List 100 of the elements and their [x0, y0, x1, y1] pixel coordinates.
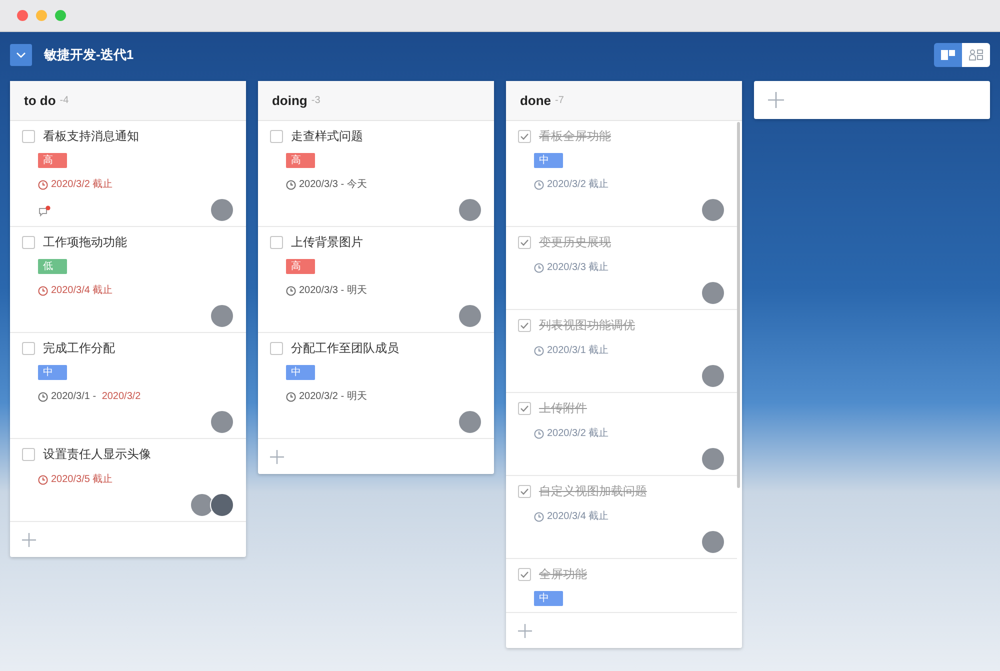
- avatar[interactable]: [190, 493, 214, 517]
- plus-icon: [518, 624, 532, 638]
- checkbox[interactable]: [518, 318, 531, 332]
- dropdown-button[interactable]: [10, 44, 32, 66]
- due-date: 2020/3/4 截止: [546, 510, 609, 524]
- column-title: to do: [24, 92, 56, 110]
- close-window-control[interactable]: [17, 10, 28, 21]
- task-title: 全屏功能: [538, 566, 587, 583]
- clock-icon: [286, 286, 296, 296]
- task-title: 看板支持消息通知: [43, 128, 139, 145]
- priority-tag: 高: [286, 259, 315, 274]
- column-count: -4: [60, 94, 69, 108]
- clock-icon: [38, 180, 48, 190]
- clock-icon: [534, 512, 544, 522]
- task-card[interactable]: 分配工作至团队成员 中 2020/3/2 - 明天: [258, 333, 494, 439]
- task-card[interactable]: 完成工作分配 中 2020/3/1 - 2020/3/2: [10, 333, 246, 439]
- plus-icon: [22, 532, 36, 546]
- maximize-window-control[interactable]: [55, 10, 66, 21]
- member-view-tab[interactable]: [962, 43, 990, 67]
- avatar[interactable]: [458, 304, 482, 328]
- priority-tag: 中: [38, 365, 67, 380]
- column-count: -3: [311, 94, 320, 108]
- priority-tag: 中: [286, 365, 315, 380]
- task-title: 走查样式问题: [290, 128, 363, 145]
- due-date: 2020/3/3 截止: [546, 260, 609, 275]
- checkbox[interactable]: [22, 236, 35, 248]
- checkbox[interactable]: [22, 448, 35, 460]
- task-title: 设置责任人显示头像: [43, 446, 151, 463]
- task-title: 完成工作分配: [43, 340, 115, 357]
- task-card[interactable]: 看板支持消息通知 高 2020/3/2 截止: [10, 121, 246, 227]
- comment-icon[interactable]: [38, 205, 51, 218]
- avatar[interactable]: [210, 304, 234, 328]
- due-date: 2020/3/2 截止: [51, 178, 113, 192]
- task-card[interactable]: 工作项拖动功能 低 2020/3/4 截止: [10, 227, 246, 333]
- priority-tag: 高: [38, 153, 67, 168]
- column-count: -7: [555, 94, 564, 108]
- due-date: 2020/3/5 截止: [51, 472, 113, 487]
- task-title: 上传附件: [538, 400, 587, 417]
- clock-icon: [534, 346, 544, 356]
- task-title: 变更历史展现: [538, 234, 611, 251]
- check-icon: [520, 132, 529, 140]
- avatar[interactable]: [700, 530, 725, 554]
- plus-icon: [768, 92, 784, 108]
- clock-icon: [286, 180, 296, 190]
- clock-icon: [534, 180, 544, 190]
- avatar[interactable]: [458, 410, 482, 434]
- add-card-button[interactable]: [22, 532, 36, 546]
- task-card[interactable]: 走查样式问题 高 2020/3/3 - 今天: [258, 121, 494, 227]
- board-title: 敏捷开发-迭代1: [44, 46, 134, 64]
- checkbox[interactable]: [518, 484, 531, 498]
- column-title: doing: [272, 92, 308, 110]
- checkbox[interactable]: [518, 568, 531, 580]
- avatar[interactable]: [700, 364, 725, 388]
- column-title: done: [520, 92, 552, 110]
- task-card[interactable]: 上传背景图片 高 2020/3/3 - 明天: [258, 227, 494, 333]
- clock-icon: [38, 286, 48, 296]
- due-date: 2020/3/4 截止: [51, 284, 113, 298]
- avatar[interactable]: [700, 198, 725, 222]
- checkbox[interactable]: [270, 236, 283, 248]
- due-date: 2020/3/2 - 明天: [298, 390, 367, 404]
- priority-tag: 中: [534, 591, 563, 606]
- due-date: 2020/3/2 截止: [546, 178, 609, 192]
- avatar[interactable]: [700, 447, 725, 471]
- checkbox[interactable]: [518, 236, 531, 248]
- clock-icon: [286, 392, 296, 402]
- add-card-button[interactable]: [518, 624, 532, 638]
- check-icon: [520, 238, 529, 246]
- check-icon: [520, 322, 529, 328]
- clock-icon: [534, 428, 544, 438]
- task-title: 列表视图功能调优: [538, 317, 635, 334]
- avatar[interactable]: [700, 281, 725, 305]
- due-date: 2020/3/2 截止: [546, 426, 609, 441]
- checkbox[interactable]: [270, 342, 283, 354]
- task-title: 上传背景图片: [290, 234, 363, 251]
- add-card-button[interactable]: [270, 450, 284, 464]
- checkbox[interactable]: [22, 342, 35, 354]
- due-date: 2020/3/3 - 明天: [298, 284, 367, 298]
- checkbox[interactable]: [518, 402, 531, 414]
- plus-icon: [270, 450, 284, 464]
- avatar[interactable]: [458, 198, 482, 222]
- task-card[interactable]: 设置责任人显示头像 2020/3/5 截止: [10, 439, 246, 522]
- scrollbar[interactable]: [736, 122, 740, 488]
- task-title: 看板全屏功能: [538, 128, 611, 145]
- task-title: 自定义视图加载问题: [538, 483, 647, 500]
- checkbox[interactable]: [270, 130, 283, 142]
- check-icon: [520, 488, 529, 494]
- priority-tag: 低: [38, 259, 67, 274]
- due-date: 2020/3/2: [102, 390, 141, 404]
- checkbox[interactable]: [22, 130, 35, 142]
- board-view-tab[interactable]: [934, 43, 962, 67]
- task-title: 工作项拖动功能: [43, 234, 127, 251]
- check-icon: [520, 570, 529, 578]
- due-date: 2020/3/3 - 今天: [298, 178, 367, 192]
- avatar[interactable]: [210, 410, 234, 434]
- person-list-icon: [969, 49, 983, 61]
- checkbox[interactable]: [518, 130, 531, 142]
- avatar[interactable]: [210, 493, 234, 517]
- clock-icon: [38, 392, 48, 402]
- priority-tag: 高: [286, 153, 315, 168]
- avatar[interactable]: [210, 198, 234, 222]
